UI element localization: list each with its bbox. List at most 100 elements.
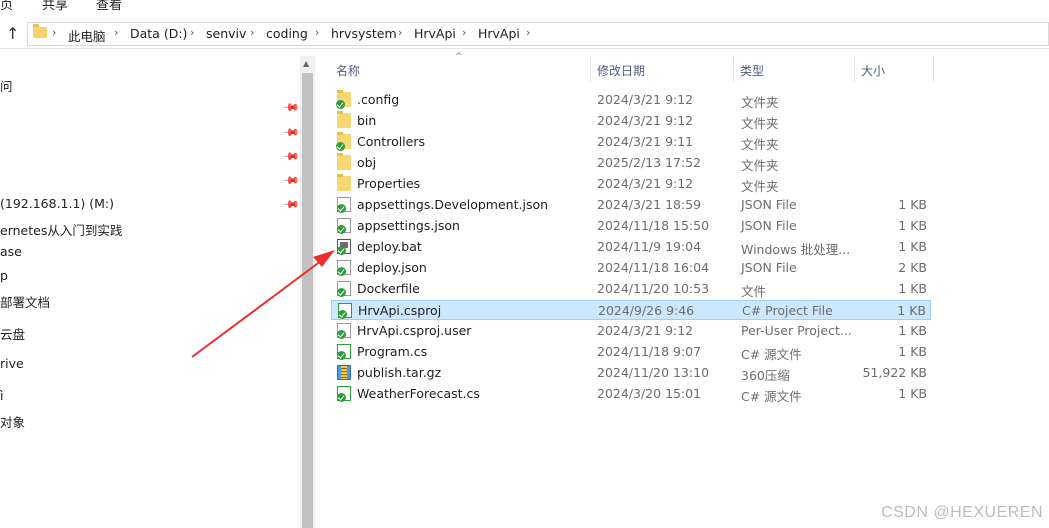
chevron-right-icon[interactable]: › xyxy=(526,26,530,39)
nav-item[interactable]: ase xyxy=(0,244,22,259)
breadcrumb-hrvapi-parent[interactable]: HrvApi xyxy=(414,26,456,41)
chevron-right-icon[interactable]: › xyxy=(398,26,402,39)
file-row-appsettings-development[interactable]: appsettings.Development.json 2024/3/21 1… xyxy=(331,195,931,215)
archive-icon xyxy=(337,365,351,380)
pin-icon[interactable]: 📌 xyxy=(281,171,300,190)
column-divider[interactable] xyxy=(733,56,734,82)
pin-icon[interactable]: 📌 xyxy=(281,147,300,166)
file-date: 2024/11/9 19:04 xyxy=(597,239,702,254)
chevron-right-icon[interactable]: › xyxy=(250,26,254,39)
file-date: 2024/3/21 9:12 xyxy=(597,113,694,128)
ribbon-tabs: 页 共享 查看 xyxy=(0,0,1049,14)
file-row-weatherforecast-cs[interactable]: WeatherForecast.cs 2024/3/20 15:01 C# 源文… xyxy=(331,384,931,404)
breadcrumb-data-drive[interactable]: Data (D:) xyxy=(130,26,187,41)
file-list: ^ 名称 修改日期 类型 大小 .config 2024/3/21 9:12 文… xyxy=(315,52,1049,528)
file-type: Per-User Project... xyxy=(741,323,852,338)
file-size: 1 KB xyxy=(898,281,927,296)
breadcrumb-coding[interactable]: coding xyxy=(266,26,308,41)
file-name: Program.cs xyxy=(357,344,428,359)
file-name: Dockerfile xyxy=(357,281,420,296)
file-type: Windows 批处理... xyxy=(741,242,851,257)
file-size: 1 KB xyxy=(898,323,927,338)
chevron-right-icon[interactable]: › xyxy=(462,26,466,39)
nav-item[interactable]: ernetes从入门到实践 xyxy=(0,220,122,239)
file-name: Properties xyxy=(357,176,421,191)
file-row-config[interactable]: .config 2024/3/21 9:12 文件夹 xyxy=(331,90,931,110)
nav-item[interactable]: 部署文档 xyxy=(0,292,50,311)
chevron-right-icon[interactable]: › xyxy=(315,26,319,39)
column-header-date[interactable]: 修改日期 xyxy=(597,62,645,79)
csproj-file-icon xyxy=(338,303,352,319)
column-header-size[interactable]: 大小 xyxy=(861,62,885,79)
file-row-appsettings[interactable]: appsettings.json 2024/11/18 15:50 JSON F… xyxy=(331,216,931,236)
file-type: C# 源文件 xyxy=(741,389,802,404)
file-size: 1 KB xyxy=(898,197,927,212)
breadcrumb-hrvapi-current[interactable]: HrvApi xyxy=(478,26,520,41)
scroll-up-icon[interactable]: ▲ xyxy=(303,59,309,68)
folder-icon xyxy=(337,153,351,170)
sync-check-icon xyxy=(337,204,346,213)
sync-check-icon xyxy=(337,351,346,360)
file-type: JSON File xyxy=(741,197,797,212)
pin-icon[interactable]: 📌 xyxy=(281,195,300,214)
file-row-publish-tar-gz[interactable]: publish.tar.gz 2024/11/20 13:10 360压缩 51… xyxy=(331,363,931,383)
file-type: 文件夹 xyxy=(741,137,779,152)
file-date: 2024/11/18 16:04 xyxy=(597,260,710,275)
folder-icon xyxy=(336,90,351,109)
file-row-properties[interactable]: Properties 2024/3/21 9:12 文件夹 xyxy=(331,174,931,194)
file-name: .config xyxy=(357,92,400,107)
file-date: 2024/11/18 9:07 xyxy=(597,344,702,359)
nav-scrollbar[interactable]: ▲ xyxy=(300,56,315,528)
pin-icon[interactable]: 📌 xyxy=(281,98,300,117)
nav-item-network-drive[interactable]: (192.168.1.1) (M:) xyxy=(0,196,114,211)
file-row-bin[interactable]: bin 2024/3/21 9:12 文件夹 xyxy=(331,111,931,131)
file-row-dockerfile[interactable]: Dockerfile 2024/11/20 10:53 文件 1 KB xyxy=(331,279,931,299)
nav-item[interactable]: 云盘 xyxy=(0,324,25,343)
sync-check-icon xyxy=(337,288,346,297)
batch-file-icon xyxy=(337,239,351,255)
json-file-icon xyxy=(337,218,351,234)
file-type: 文件夹 xyxy=(741,95,779,110)
up-arrow-icon[interactable]: ↑ xyxy=(6,24,19,43)
nav-item[interactable]: p xyxy=(0,268,8,283)
column-header-name[interactable]: 名称 xyxy=(336,62,360,79)
file-date: 2024/3/21 9:12 xyxy=(597,92,694,107)
file-name: deploy.bat xyxy=(357,239,422,254)
breadcrumb-hrvsystem[interactable]: hrvsystem xyxy=(331,26,397,41)
json-file-icon xyxy=(337,197,351,213)
file-row-deploy-bat[interactable]: deploy.bat 2024/11/9 19:04 Windows 批处理..… xyxy=(331,237,931,257)
file-row-deploy-json[interactable]: deploy.json 2024/11/18 16:04 JSON File 2… xyxy=(331,258,931,278)
chevron-right-icon[interactable]: › xyxy=(52,26,56,39)
file-size: 1 KB xyxy=(897,303,926,318)
file-row-hrvapi-csproj-user[interactable]: HrvApi.csproj.user 2024/3/21 9:12 Per-Us… xyxy=(331,321,931,341)
sync-check-icon xyxy=(336,100,345,109)
file-date: 2024/11/18 15:50 xyxy=(597,218,710,233)
sync-check-icon xyxy=(338,310,347,319)
nav-item[interactable]: rive xyxy=(0,356,24,371)
column-divider[interactable] xyxy=(854,56,855,82)
column-divider[interactable] xyxy=(933,56,934,82)
file-row-obj[interactable]: obj 2025/2/13 17:52 文件夹 xyxy=(331,153,931,173)
scrollbar-thumb[interactable] xyxy=(302,73,313,528)
sync-check-icon xyxy=(336,142,345,151)
chevron-right-icon[interactable]: › xyxy=(190,26,194,39)
nav-item[interactable]: ì xyxy=(0,388,3,403)
chevron-right-icon[interactable]: › xyxy=(114,26,118,39)
breadcrumb-senviv[interactable]: senviv xyxy=(206,26,246,41)
nav-item[interactable]: 问 xyxy=(0,76,13,95)
nav-item[interactable]: 对象 xyxy=(0,412,25,431)
file-name: HrvApi.csproj.user xyxy=(357,323,472,338)
watermark: CSDN @HEXUEREN xyxy=(881,504,1043,521)
file-row-hrvapi-csproj[interactable]: HrvApi.csproj 2024/9/26 9:46 C# Project … xyxy=(331,300,931,320)
file-row-controllers[interactable]: Controllers 2024/3/21 9:11 文件夹 xyxy=(331,132,931,152)
column-divider[interactable] xyxy=(590,56,591,82)
sync-check-icon xyxy=(337,225,346,234)
ribbon-tab-page[interactable]: 页 xyxy=(0,0,13,13)
breadcrumb-this-pc[interactable]: 此电脑 xyxy=(68,26,106,45)
pin-icon[interactable]: 📌 xyxy=(281,123,300,142)
ribbon-tab-share[interactable]: 共享 xyxy=(42,0,68,13)
file-row-program-cs[interactable]: Program.cs 2024/11/18 9:07 C# 源文件 1 KB xyxy=(331,342,931,362)
address-bar[interactable]: › 此电脑 › Data (D:) › senviv › coding › hr… xyxy=(27,22,1049,46)
column-header-type[interactable]: 类型 xyxy=(740,62,764,79)
ribbon-tab-view[interactable]: 查看 xyxy=(96,0,122,13)
